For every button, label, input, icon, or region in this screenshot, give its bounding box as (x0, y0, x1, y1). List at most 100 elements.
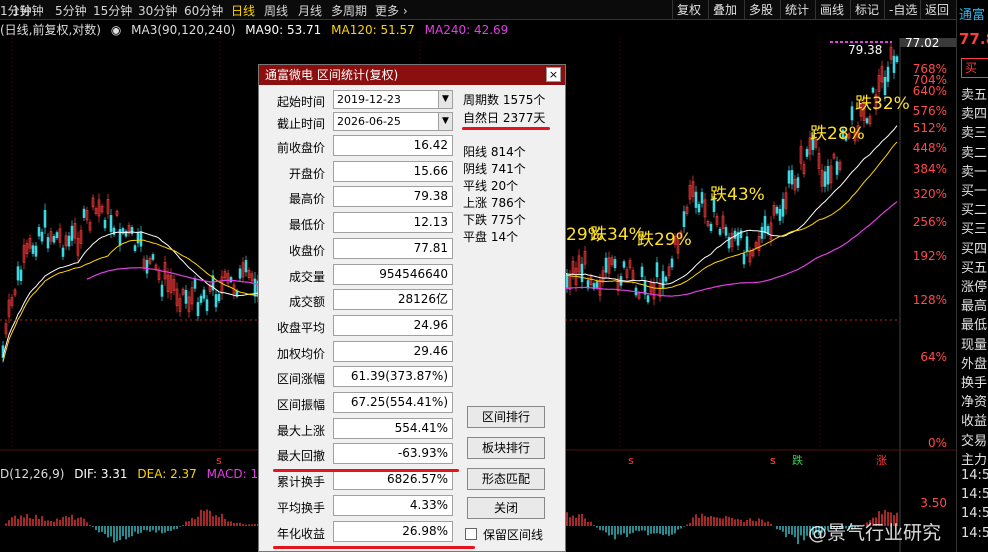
timeframe-month[interactable]: 月线 (298, 2, 322, 19)
field-label: 最低价 (288, 218, 325, 233)
end-time-picker[interactable]: 2026-06-25 ▼ (333, 112, 453, 131)
field-value: 24.96 (333, 314, 453, 336)
timeframe-week[interactable]: 周线 (264, 2, 288, 19)
quote-item: 买二 (961, 203, 988, 219)
candle-body (145, 259, 149, 274)
candle-body (55, 232, 59, 239)
chart-mode-label: (日线,前复权,对数) (0, 23, 101, 37)
candle-body (184, 290, 188, 304)
quote-item: 收益 (961, 414, 988, 430)
candle-body (661, 271, 665, 289)
buy-button[interactable]: 买 (961, 58, 988, 78)
chevron-down-icon[interactable]: ◉ (111, 23, 121, 37)
field-value: 15.66 (333, 160, 453, 182)
drawdown-annotation: 跌28% (810, 124, 865, 144)
field-label: 平均换手 (276, 500, 325, 515)
candle-body (136, 232, 140, 244)
chevron-down-icon[interactable]: ▼ (438, 91, 452, 108)
keep-line-checkbox[interactable] (465, 528, 477, 540)
timeframe-1min[interactable]: 1分钟 (12, 2, 44, 19)
start-time-value: 2019-12-23 (337, 93, 401, 106)
y-tick-label: 256% (913, 215, 947, 229)
timeframe-15min[interactable]: 15分钟 (93, 2, 132, 19)
watermark: @景气行业研究 (808, 522, 942, 544)
dea-value: DEA: 2.37 (137, 467, 197, 481)
close-icon[interactable]: × (546, 67, 561, 82)
end-time-value: 2026-06-25 (337, 115, 401, 128)
back-button[interactable]: 返回 (920, 0, 953, 20)
multi-stock-button[interactable]: 多股 (744, 0, 777, 20)
candle-body (16, 266, 20, 281)
quote-item: 交易 (961, 433, 988, 449)
field-label: 最高价 (288, 192, 325, 207)
candle-body (214, 294, 218, 308)
stat-rise: 上涨 786个 (463, 196, 526, 210)
quote-item: 卖五 (961, 88, 988, 103)
timeframe-multi[interactable]: 多周期 (331, 2, 367, 19)
field-label: 开盘价 (288, 166, 325, 181)
watchlist-button[interactable]: -自选 (884, 0, 921, 20)
statistics-button[interactable]: 统计 (780, 0, 813, 20)
mark-button[interactable]: 标记 (850, 0, 883, 20)
timeframe-5min[interactable]: 5分钟 (55, 2, 87, 19)
stat-flat-candles: 平线 20个 (463, 179, 519, 193)
start-time-label: 起始时间 (276, 95, 325, 109)
timeframe-day[interactable]: 日线 (231, 2, 255, 19)
quote-item: 外盘 (961, 356, 988, 372)
draw-line-button[interactable]: 画线 (815, 0, 848, 20)
quote-item: 买四 (961, 241, 988, 257)
quote-item: 主力 (961, 452, 988, 468)
candle-body (892, 55, 896, 73)
candle-body (40, 231, 44, 242)
field-label: 区间涨幅 (276, 372, 325, 387)
y-tick-label: 384% (913, 162, 947, 176)
field-value: 12.13 (333, 212, 453, 234)
candle-body (580, 263, 584, 283)
quote-item: 涨停 (961, 280, 988, 295)
field-label: 年化收益 (276, 526, 325, 541)
timeframe-60min[interactable]: 60分钟 (184, 2, 223, 19)
annual-return-underline (273, 546, 475, 549)
quote-item: 净资 (961, 395, 988, 411)
candle-body (37, 227, 41, 237)
start-time-picker[interactable]: 2019-12-23 ▼ (333, 90, 453, 109)
candle-body (886, 66, 890, 82)
sector-ranking-button[interactable]: 板块排行 (467, 437, 545, 459)
candle-body (109, 215, 113, 232)
drawdown-annotation: 跌43% (710, 185, 765, 205)
candle-body (595, 281, 599, 288)
close-button[interactable]: 关闭 (467, 497, 545, 519)
stat-natural-days: 自然日 2377天 (463, 111, 546, 125)
quote-item: 买三 (961, 222, 988, 238)
field-value: 29.46 (333, 340, 453, 362)
chevron-down-icon[interactable]: ▼ (438, 113, 452, 130)
dialog-title-bar[interactable]: 通富微电 区间统计(复权) × (259, 65, 565, 85)
ma120-value: MA120: 51.57 (331, 23, 415, 37)
field-label: 前收盘价 (276, 141, 325, 155)
candle-body (787, 170, 791, 184)
candle-body (199, 295, 203, 303)
candle-body (643, 280, 647, 295)
timeframe-30min[interactable]: 30分钟 (138, 2, 177, 19)
pattern-match-button[interactable]: 形态匹配 (467, 468, 545, 490)
timeframe-more[interactable]: 更多 › (375, 2, 408, 19)
candle-body (193, 278, 197, 289)
field-value: 554.41% (333, 417, 453, 439)
candle-body (742, 253, 746, 265)
interval-ranking-button[interactable]: 区间排行 (467, 406, 545, 428)
candle-body (796, 177, 800, 188)
signal-mark: s (770, 454, 776, 467)
candle-body (790, 170, 794, 185)
field-label: 最大上涨 (276, 423, 325, 438)
candle-body (775, 206, 779, 214)
stat-periods: 周期数 1575个 (463, 93, 546, 107)
dialog-title: 通富微电 区间统计(复权) (265, 68, 399, 82)
candle-body (133, 245, 137, 252)
y-tick-label: 576% (913, 104, 947, 118)
adjust-button[interactable]: 复权 (672, 0, 705, 20)
quote-item: 卖一 (961, 164, 988, 180)
end-time-label: 截止时间 (276, 117, 325, 131)
quote-item: 卖三 (961, 126, 988, 142)
overlay-button[interactable]: 叠加 (708, 0, 741, 20)
drawdown-annotation: 跌29% (637, 230, 692, 250)
